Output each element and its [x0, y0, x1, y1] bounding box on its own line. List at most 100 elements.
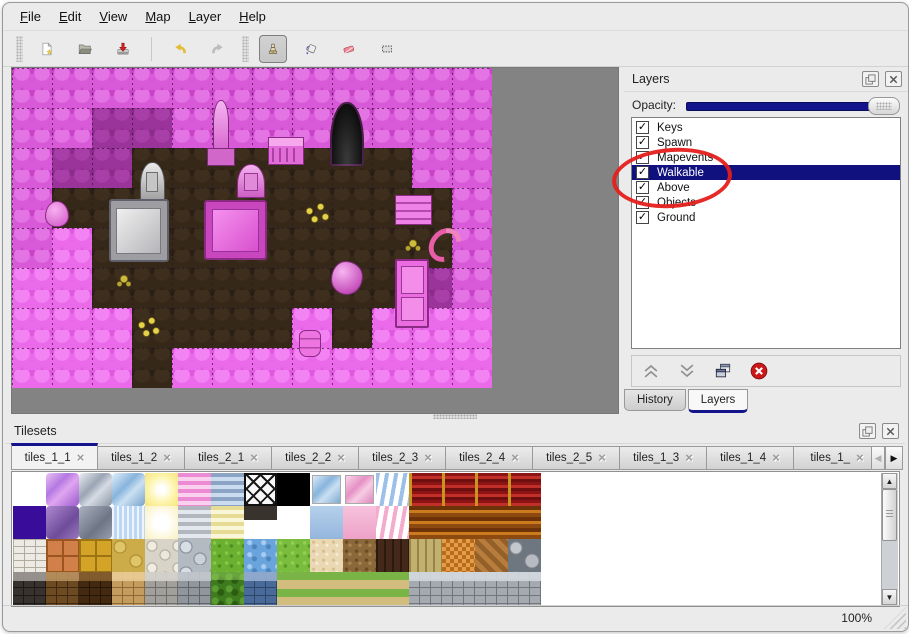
- map-tile[interactable]: [212, 308, 252, 348]
- toolbar-handle[interactable]: [16, 35, 23, 62]
- palette-tile-wall-graybrick2[interactable]: [409, 572, 442, 605]
- map-tile[interactable]: [292, 228, 332, 268]
- layer-visibility-checkbox[interactable]: ✓: [636, 181, 649, 194]
- map-tile[interactable]: [12, 68, 52, 108]
- map-tile[interactable]: [452, 108, 492, 148]
- menu-view[interactable]: View: [90, 6, 136, 27]
- palette-tile-hedge-green[interactable]: [211, 572, 244, 605]
- map-tile[interactable]: [332, 68, 372, 108]
- tab-scroll-right-button[interactable]: ▶: [885, 446, 903, 470]
- map-tile[interactable]: [92, 348, 132, 388]
- map-tile[interactable]: [92, 68, 132, 108]
- palette-tile-carpet-red[interactable]: [442, 473, 475, 506]
- tileset-palette[interactable]: ▲ ▼: [11, 471, 900, 607]
- select-tool-button[interactable]: [373, 35, 401, 63]
- dock-tab-history[interactable]: History: [624, 389, 686, 411]
- palette-tile-stripes-gray[interactable]: [178, 506, 211, 539]
- map-tile[interactable]: [372, 68, 412, 108]
- eraser-tool-button[interactable]: [335, 35, 363, 63]
- new-file-button[interactable]: [33, 35, 61, 63]
- palette-tile-herringbone-brown[interactable]: [475, 539, 508, 572]
- scroll-up-button[interactable]: ▲: [882, 473, 897, 489]
- map-tile[interactable]: [132, 108, 172, 148]
- tileset-tab-tiles_1_3[interactable]: tiles_1_3 ×: [620, 446, 707, 470]
- palette-tile-wall-graybrick[interactable]: [178, 572, 211, 605]
- palette-tile-tile-orange[interactable]: [46, 539, 79, 572]
- palette-tile-empty[interactable]: [13, 473, 46, 506]
- menu-map[interactable]: Map: [136, 6, 179, 27]
- map-tile[interactable]: [212, 348, 252, 388]
- map-tile[interactable]: [12, 268, 52, 308]
- map-tile[interactable]: [52, 228, 92, 268]
- palette-tile-glow-pale[interactable]: [145, 506, 178, 539]
- map-tile[interactable]: [452, 68, 492, 108]
- map-tile[interactable]: [452, 188, 492, 228]
- map-tile[interactable]: [52, 268, 92, 308]
- palette-tile-basket-orange[interactable]: [442, 539, 475, 572]
- palette-tile-glass-purple-dark[interactable]: [46, 506, 79, 539]
- palette-tile-stripes-blue[interactable]: [211, 473, 244, 506]
- map-tile[interactable]: [452, 308, 492, 348]
- palette-tile-water-blue[interactable]: [244, 539, 277, 572]
- tab-close-icon[interactable]: ×: [77, 451, 85, 464]
- tileset-tab-tiles_2_2[interactable]: tiles_2_2 ×: [272, 446, 359, 470]
- menu-edit[interactable]: Edit: [50, 6, 90, 27]
- map-tile[interactable]: [252, 308, 292, 348]
- map-tile[interactable]: [132, 348, 172, 388]
- palette-tile-glass-purple[interactable]: [46, 473, 79, 506]
- tileset-tab-tiles_2_3[interactable]: tiles_2_3 ×: [359, 446, 446, 470]
- tileset-tab-tiles_1_[interactable]: tiles_1_ ×: [794, 446, 879, 470]
- tab-close-icon[interactable]: ×: [250, 451, 258, 464]
- layer-visibility-checkbox[interactable]: ✓: [636, 136, 649, 149]
- map-canvas-content[interactable]: [12, 68, 492, 388]
- map-tile[interactable]: [332, 308, 372, 348]
- palette-tile-wall-dark[interactable]: [13, 572, 46, 605]
- move-down-layer-button[interactable]: [676, 360, 698, 382]
- palette-tile-carpet-orange[interactable]: [475, 506, 508, 539]
- float-tilesets-button[interactable]: [859, 423, 876, 439]
- map-tile[interactable]: [12, 108, 52, 148]
- tileset-tab-tiles_2_5[interactable]: tiles_2_5 ×: [533, 446, 620, 470]
- menu-help[interactable]: Help: [230, 6, 275, 27]
- layer-row-spawn[interactable]: ✓ Spawn: [632, 135, 900, 150]
- palette-tile-pebbles-white[interactable]: [145, 539, 178, 572]
- palette-tile-grass-green[interactable]: [211, 539, 244, 572]
- map-tile[interactable]: [172, 308, 212, 348]
- palette-tile-glass-pink2[interactable]: [343, 473, 376, 506]
- map-tile[interactable]: [52, 108, 92, 148]
- palette-tile-plaque-dark[interactable]: [244, 506, 277, 539]
- dock-tab-layers[interactable]: Layers: [687, 389, 749, 413]
- palette-tile-path-grass[interactable]: [310, 572, 343, 605]
- tileset-tab-tiles_2_4[interactable]: tiles_2_4 ×: [446, 446, 533, 470]
- map-tile[interactable]: [172, 268, 212, 308]
- tileset-tab-tiles_1_2[interactable]: tiles_1_2 ×: [98, 446, 185, 470]
- palette-tile-grass-green2[interactable]: [277, 539, 310, 572]
- fill-tool-button[interactable]: [297, 35, 325, 63]
- palette-tile-stone-white[interactable]: [13, 539, 46, 572]
- tab-close-icon[interactable]: ×: [856, 451, 864, 464]
- palette-tile-wall-graybrick2[interactable]: [508, 572, 541, 605]
- layer-visibility-checkbox[interactable]: ✓: [636, 151, 649, 164]
- map-tile[interactable]: [452, 348, 492, 388]
- undo-button[interactable]: [166, 35, 194, 63]
- map-tile[interactable]: [12, 228, 52, 268]
- layer-row-objects[interactable]: ✓ Objects: [632, 195, 900, 210]
- map-tile[interactable]: [452, 268, 492, 308]
- palette-tile-path-grass[interactable]: [343, 572, 376, 605]
- layer-row-above[interactable]: ✓ Above: [632, 180, 900, 195]
- palette-tile-tile-gold[interactable]: [79, 539, 112, 572]
- map-tile[interactable]: [332, 348, 372, 388]
- tab-close-icon[interactable]: ×: [511, 451, 519, 464]
- palette-tile-sand-tan[interactable]: [310, 539, 343, 572]
- redo-button[interactable]: [204, 35, 232, 63]
- map-tile[interactable]: [292, 68, 332, 108]
- delete-layer-button[interactable]: [748, 360, 770, 382]
- map-tile[interactable]: [412, 68, 452, 108]
- map-tile[interactable]: [92, 108, 132, 148]
- layer-visibility-checkbox[interactable]: ✓: [636, 211, 649, 224]
- palette-tile-glass-blue2[interactable]: [310, 473, 343, 506]
- map-tile[interactable]: [12, 308, 52, 348]
- map-view[interactable]: [11, 67, 619, 414]
- palette-tile-glass-gray[interactable]: [79, 473, 112, 506]
- palette-scrollbar[interactable]: ▲ ▼: [881, 473, 898, 605]
